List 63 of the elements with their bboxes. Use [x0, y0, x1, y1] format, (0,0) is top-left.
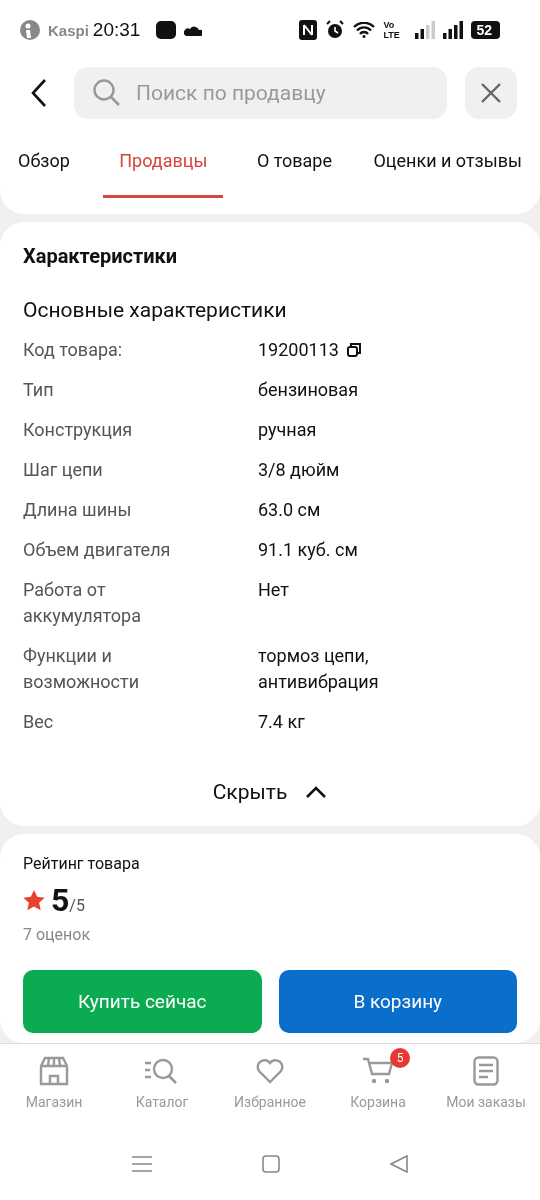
nav-item[interactable]: Магазин — [0, 1044, 108, 1128]
cloud-icon — [184, 24, 203, 36]
tab[interactable]: Оценки и отзывы — [365, 126, 530, 198]
spec-label: Длина шины — [23, 498, 133, 522]
spec-value: ручная — [258, 418, 317, 442]
rating-score: 5 — [51, 881, 70, 919]
lte-label: Vo LTE — [383, 20, 401, 40]
spec-label: Работа от аккумулятора — [23, 578, 142, 628]
signal-icon — [443, 21, 464, 39]
spec-label: Функции и возможности — [23, 644, 141, 694]
spec-value: 19200113 — [258, 338, 339, 362]
close-icon — [480, 82, 502, 104]
spec-label: Тип — [23, 378, 55, 402]
tab[interactable]: Обзор — [10, 126, 78, 198]
rating-max: /5 — [69, 896, 85, 915]
clock: 20:31 — [92, 19, 141, 41]
home-icon[interactable] — [262, 1155, 280, 1173]
nav-item[interactable]: Избранное — [216, 1044, 324, 1128]
nav-item[interactable]: Каталог — [108, 1044, 216, 1128]
orders-list-icon — [473, 1056, 499, 1086]
spec-value: 91.1 куб. см — [258, 538, 358, 562]
cart-count-badge: 5 — [390, 1048, 410, 1068]
nav-item[interactable]: Мои заказы — [432, 1044, 540, 1128]
tab[interactable]: Продавцы — [103, 126, 224, 198]
collapse-button[interactable]: Скрыть — [202, 770, 338, 814]
search-icon — [92, 78, 122, 108]
spec-value: Нет — [258, 578, 289, 602]
spec-value: 63.0 см — [258, 498, 321, 522]
spec-value: тормоз цепи, антивибрация — [258, 644, 380, 694]
close-button[interactable] — [465, 67, 517, 119]
app-badge-icon — [156, 21, 177, 39]
subsection-title: Основные характеристики — [23, 298, 288, 322]
cart-icon — [362, 1057, 394, 1085]
nav-item[interactable]: 5 Корзина — [324, 1044, 432, 1128]
battery-indicator: 52 — [471, 21, 500, 39]
spec-label: Вес — [23, 710, 55, 734]
back-triangle-icon[interactable] — [390, 1155, 408, 1173]
alarm-icon — [325, 20, 346, 40]
wifi-icon — [353, 22, 376, 38]
spec-label: Объем двигателя — [23, 538, 172, 562]
spec-label: Шаг цепи — [23, 458, 104, 482]
back-icon[interactable] — [30, 78, 48, 108]
section-title: Характеристики — [23, 244, 179, 268]
spec-value: 3/8 дюйм — [258, 458, 340, 482]
star-icon — [23, 889, 45, 911]
store-icon — [38, 1056, 70, 1086]
tab[interactable]: О товаре — [248, 126, 340, 198]
rating-title: Рейтинг товара — [23, 854, 141, 873]
spec-value: бензиновая — [258, 378, 359, 402]
rating-count: 7 оценок — [23, 925, 92, 944]
buy-now-button[interactable]: Купить сейчас — [23, 970, 262, 1033]
spec-value: 7.4 кг — [258, 710, 305, 734]
spec-label: Конструкция — [23, 418, 134, 442]
chevron-up-icon — [305, 785, 328, 799]
app-logo-icon — [20, 20, 40, 40]
search-field[interactable]: Поиск по продавцу — [74, 67, 447, 119]
spec-label: Код товара: — [23, 338, 124, 362]
heart-icon — [255, 1058, 285, 1084]
signal-icon — [415, 21, 436, 39]
nfc-icon — [299, 20, 318, 40]
add-to-cart-button[interactable]: В корзину — [278, 970, 517, 1033]
app-label: Kaspi — [48, 21, 89, 39]
copy-icon[interactable] — [346, 343, 361, 357]
